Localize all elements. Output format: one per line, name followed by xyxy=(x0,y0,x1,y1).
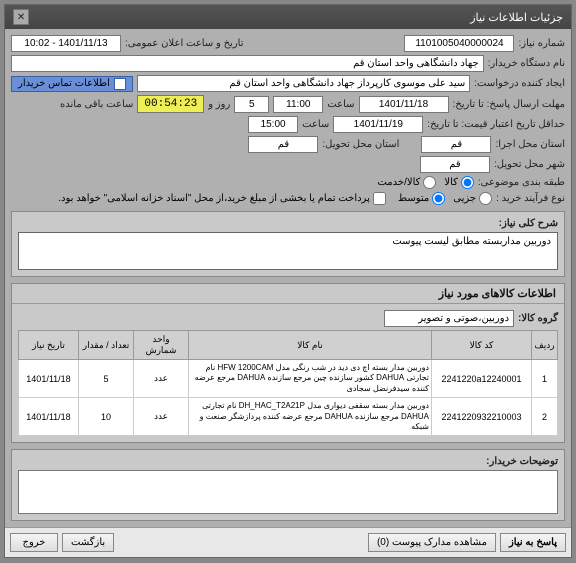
items-section: اطلاعات کالاهای مورد نیاز گروه کالا: دور… xyxy=(11,283,565,443)
back-button[interactable]: بازگشت xyxy=(62,533,114,552)
items-table: ردیف کد کالا نام کالا واحد شمارش تعداد /… xyxy=(18,330,558,436)
deadline-time: 11:00 xyxy=(273,96,323,113)
items-header: اطلاعات کالاهای مورد نیاز xyxy=(12,284,564,304)
checkbox-payment-input[interactable] xyxy=(373,192,386,205)
col-date: تاریخ نیاز xyxy=(19,331,79,360)
deliver-province-label: استان محل تحویل: xyxy=(322,139,399,150)
contact-info-button[interactable]: اطلاعات تماس خریدار xyxy=(11,76,133,92)
desc-textarea[interactable]: دوربین مداربسته مطابق لیست پیوست xyxy=(18,232,558,270)
payment-note: پرداخت تمام یا بخشی از مبلغ خرید،از محل … xyxy=(58,193,370,204)
window-title: جزئیات اطلاعات نیاز xyxy=(470,11,563,24)
deliver-city-label: شهر محل تحویل: xyxy=(494,159,565,170)
table-row[interactable]: 1 2241220a12240001 دوربین مدار بسته اچ د… xyxy=(19,360,558,398)
announce-field: 1401/11/13 - 10:02 xyxy=(11,35,121,52)
validity-date: 1401/11/19 xyxy=(333,116,423,133)
exec-province: قم xyxy=(421,136,491,153)
radio-mid[interactable]: متوسط xyxy=(398,192,445,205)
goods-group-label: گروه کالا: xyxy=(518,313,558,324)
deadline-label: مهلت ارسال پاسخ: تا تاریخ: xyxy=(453,99,565,110)
buyer-org-field: جهاد دانشگاهی واحد استان قم xyxy=(11,55,484,72)
requester-label: ایجاد کننده درخواست: xyxy=(474,78,565,89)
remain-label: ساعت باقی مانده xyxy=(60,99,133,110)
col-name: نام کالا xyxy=(189,331,432,360)
col-unit: واحد شمارش xyxy=(134,331,189,360)
buyer-notes-header: توضیحات خریدار: xyxy=(18,456,558,467)
announce-label: تاریخ و ساعت اعلان عمومی: xyxy=(125,38,244,49)
purchase-type-label: نوع فرآیند خرید : xyxy=(496,193,565,204)
view-docs-button[interactable]: مشاهده مدارک پیوست (0) xyxy=(368,533,496,552)
need-no-label: شماره نیاز: xyxy=(518,38,565,49)
deliver-city: قم xyxy=(420,156,490,173)
radio-mid-input[interactable] xyxy=(432,192,445,205)
validity-label: حداقل تاریخ اعتبار قیمت: تا تاریخ: xyxy=(427,119,565,130)
col-row: ردیف xyxy=(532,331,558,360)
table-row[interactable]: 2 2241220932210003 دوربین مدار بسته سقفی… xyxy=(19,398,558,436)
desc-header: شرح کلی نیاز: xyxy=(18,218,558,229)
countdown-timer: 00:54:23 xyxy=(137,95,204,113)
deadline-date: 1401/11/18 xyxy=(359,96,449,113)
close-icon[interactable]: ✕ xyxy=(13,9,29,25)
radio-goods-input[interactable] xyxy=(461,176,474,189)
deliver-province: قم xyxy=(248,136,318,153)
time-label-2: ساعت xyxy=(302,119,329,130)
radio-service-input[interactable] xyxy=(423,176,436,189)
desc-section: شرح کلی نیاز: دوربین مداربسته مطابق لیست… xyxy=(11,211,565,277)
respond-button[interactable]: پاسخ به نیاز xyxy=(500,533,566,552)
col-code: کد کالا xyxy=(432,331,532,360)
radio-service[interactable]: کالا/خدمت xyxy=(377,176,436,189)
buyer-notes-section: توضیحات خریدار: xyxy=(11,449,565,521)
buyer-notes-textarea[interactable] xyxy=(18,470,558,514)
exit-button[interactable]: خروج xyxy=(10,533,58,552)
goods-group-field: دوربین،صوتی و تصویر xyxy=(384,310,514,327)
checkbox-payment[interactable]: پرداخت تمام یا بخشی از مبلغ خرید،از محل … xyxy=(58,192,386,205)
validity-time: 15:00 xyxy=(248,116,298,133)
info-icon xyxy=(114,78,126,90)
radio-goods[interactable]: کالا xyxy=(444,176,474,189)
dialog-window: جزئیات اطلاعات نیاز ✕ شماره نیاز: 110100… xyxy=(4,4,572,558)
footer-bar: پاسخ به نیاز مشاهده مدارک پیوست (0) بازگ… xyxy=(5,527,571,557)
contact-note-text: اطلاعات تماس خریدار xyxy=(18,78,110,89)
radio-minor[interactable]: جزیی xyxy=(453,192,492,205)
exec-province-label: استان محل اجرا: xyxy=(495,139,565,150)
days-label: روز و xyxy=(208,99,230,110)
radio-minor-input[interactable] xyxy=(479,192,492,205)
form-body: شماره نیاز: 1101005040000024 تاریخ و ساع… xyxy=(5,29,571,527)
requester-field: سید علی موسوی کارپرداز جهاد دانشگاهی واح… xyxy=(137,75,470,92)
subject-group-label: طبقه بندی موضوعی: xyxy=(478,177,565,188)
buyer-org-label: نام دستگاه خریدار: xyxy=(488,58,565,69)
days-field: 5 xyxy=(234,96,269,113)
title-bar: جزئیات اطلاعات نیاز ✕ xyxy=(5,5,571,29)
need-no-field: 1101005040000024 xyxy=(404,35,514,52)
time-label-1: ساعت xyxy=(327,99,354,110)
col-qty: تعداد / مقدار xyxy=(79,331,134,360)
